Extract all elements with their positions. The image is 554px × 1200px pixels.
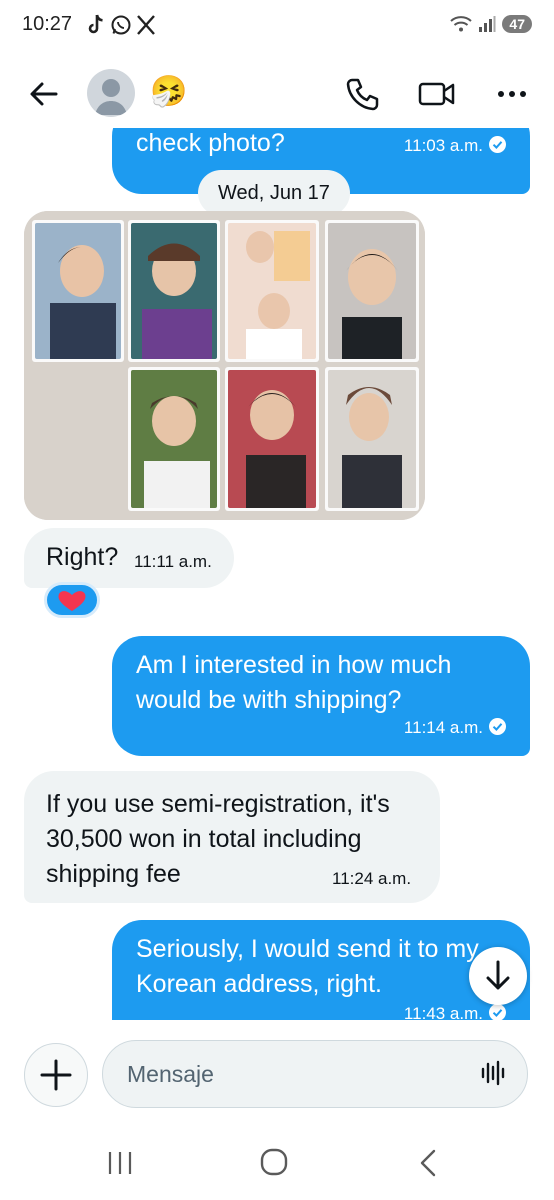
status-time: 10:27 xyxy=(22,13,73,35)
message-input[interactable] xyxy=(102,1040,528,1108)
message-reaction[interactable] xyxy=(44,582,100,618)
date-separator: Wed, Jun 17 xyxy=(198,170,350,216)
video-icon[interactable] xyxy=(417,74,457,114)
wifi-icon xyxy=(450,16,473,32)
tiktok-icon xyxy=(88,14,103,34)
message-text: Seriously, I would send it to my Korean … xyxy=(136,935,479,998)
status-bar: 10:27 47 xyxy=(0,0,554,52)
message-time: 11:43 a.m. xyxy=(404,1004,506,1020)
heart-icon xyxy=(58,591,86,611)
message-list[interactable]: check photo? 11:03 a.m. Wed, Jun 17 Righ… xyxy=(0,128,554,1020)
message-time: 11:24 a.m. xyxy=(332,869,412,888)
add-attachment-button[interactable] xyxy=(24,1043,88,1107)
arrow-down-icon xyxy=(486,960,510,990)
recent-apps-icon[interactable] xyxy=(100,1146,140,1180)
seen-check-icon xyxy=(489,1004,506,1020)
notification-icons xyxy=(86,14,156,36)
outgoing-message[interactable]: Am I interested in how much would be wit… xyxy=(112,636,530,756)
message-composer xyxy=(0,1030,554,1120)
scroll-to-bottom-button[interactable] xyxy=(469,947,527,1005)
incoming-message[interactable]: If you use semi-registration, it's 30,50… xyxy=(24,771,440,903)
more-icon[interactable] xyxy=(492,74,532,114)
signal-icon xyxy=(479,16,496,32)
conversation-header: 🤧 xyxy=(0,60,554,128)
battery-indicator: 47 xyxy=(502,15,532,33)
photocards-image xyxy=(24,211,425,520)
plus-icon xyxy=(40,1059,71,1090)
message-text: Right? xyxy=(46,543,119,571)
photo-message[interactable] xyxy=(24,211,425,520)
voice-message-icon[interactable] xyxy=(478,1058,508,1088)
seen-check-icon xyxy=(489,136,506,153)
outgoing-message[interactable]: Seriously, I would send it to my Korean … xyxy=(112,920,530,1020)
message-text: check photo? xyxy=(136,129,285,157)
message-text: Am I interested in how much would be wit… xyxy=(136,651,452,714)
avatar-icon xyxy=(95,79,127,115)
whatsapp-icon xyxy=(111,15,131,35)
message-time: 11:11 a.m. xyxy=(134,552,212,571)
phone-icon[interactable] xyxy=(343,74,383,114)
x-icon xyxy=(137,15,155,35)
message-time: 11:03 a.m. xyxy=(404,136,506,156)
back-icon[interactable] xyxy=(410,1146,450,1180)
contact-name-emoji[interactable]: 🤧 xyxy=(150,74,187,110)
back-arrow-icon[interactable] xyxy=(26,76,62,112)
message-time: 11:14 a.m. xyxy=(404,718,506,738)
seen-check-icon xyxy=(489,718,506,735)
contact-avatar[interactable] xyxy=(87,69,135,117)
system-navigation-bar xyxy=(0,1120,554,1200)
home-icon[interactable] xyxy=(254,1146,294,1180)
status-right: 47 xyxy=(450,15,532,33)
dm-conversation-screen: 10:27 47 🤧 check photo? 11:03 a.m. Wed, … xyxy=(0,0,554,1200)
incoming-message[interactable]: Right? 11:11 a.m. xyxy=(24,528,234,588)
